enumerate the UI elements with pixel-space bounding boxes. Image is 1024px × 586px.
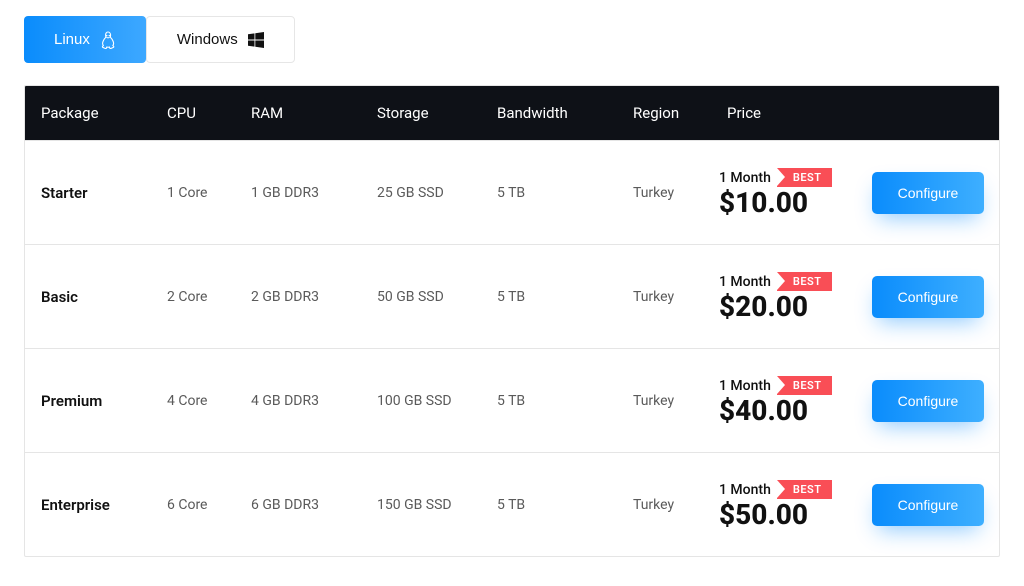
cell-bandwidth: 5 TB [485,271,621,323]
table-row: Enterprise6 Core6 GB DDR3150 GB SSD5 TBT… [25,452,999,556]
table-row: Basic2 Core2 GB DDR350 GB SSD5 TBTurkey1… [25,244,999,348]
header-region: Region [621,86,715,140]
cell-price: 1 Month BEST $50.00 [715,466,857,543]
configure-button[interactable]: Configure [872,484,985,526]
table-body: Starter1 Core1 GB DDR325 GB SSD5 TBTurke… [25,140,999,556]
configure-button[interactable]: Configure [872,172,985,214]
price-amount: $50.00 [719,501,853,529]
price-amount: $40.00 [719,397,853,425]
tab-linux[interactable]: Linux [24,16,146,63]
header-storage: Storage [365,86,485,140]
cell-price: 1 Month BEST $10.00 [715,154,857,231]
best-badge: BEST [777,480,832,499]
configure-button[interactable]: Configure [872,380,985,422]
cell-storage: 50 GB SSD [365,271,485,323]
cell-bandwidth: 5 TB [485,479,621,531]
cell-region: Turkey [621,375,715,427]
os-tabs: Linux Windows [24,16,1000,63]
pricing-table: Package CPU RAM Storage Bandwidth Region… [24,85,1000,557]
cell-ram: 6 GB DDR3 [239,479,365,531]
price-amount: $20.00 [719,293,853,321]
header-package: Package [25,86,155,140]
cell-region: Turkey [621,271,715,323]
cell-package: Starter [25,166,155,220]
price-period: 1 Month [719,274,771,290]
cell-ram: 4 GB DDR3 [239,375,365,427]
cell-region: Turkey [621,167,715,219]
table-row: Premium4 Core4 GB DDR3100 GB SSD5 TBTurk… [25,348,999,452]
best-badge: BEST [777,376,832,395]
header-bandwidth: Bandwidth [485,86,621,140]
cell-cpu: 1 Core [155,167,239,219]
cell-cpu: 4 Core [155,375,239,427]
table-header: Package CPU RAM Storage Bandwidth Region… [25,86,999,140]
cell-package: Basic [25,270,155,324]
price-period: 1 Month [719,378,771,394]
header-price: Price [715,86,857,140]
cell-package: Enterprise [25,478,155,532]
cell-ram: 2 GB DDR3 [239,271,365,323]
tab-windows[interactable]: Windows [146,16,295,63]
cell-package: Premium [25,374,155,428]
cell-price: 1 Month BEST $40.00 [715,362,857,439]
windows-icon [248,32,264,48]
cell-price: 1 Month BEST $20.00 [715,258,857,335]
cell-ram: 1 GB DDR3 [239,167,365,219]
header-action [857,86,999,140]
best-badge: BEST [777,168,832,187]
cell-action: Configure [857,258,999,336]
cell-region: Turkey [621,479,715,531]
cell-storage: 100 GB SSD [365,375,485,427]
cell-storage: 25 GB SSD [365,167,485,219]
header-cpu: CPU [155,86,239,140]
cell-storage: 150 GB SSD [365,479,485,531]
price-period: 1 Month [719,170,771,186]
linux-icon [100,31,116,49]
price-amount: $10.00 [719,189,853,217]
tab-linux-label: Linux [54,31,90,48]
cell-cpu: 6 Core [155,479,239,531]
cell-bandwidth: 5 TB [485,375,621,427]
cell-cpu: 2 Core [155,271,239,323]
cell-action: Configure [857,154,999,232]
cell-action: Configure [857,466,999,544]
cell-action: Configure [857,362,999,440]
cell-bandwidth: 5 TB [485,167,621,219]
tab-windows-label: Windows [177,31,238,48]
configure-button[interactable]: Configure [872,276,985,318]
best-badge: BEST [777,272,832,291]
price-period: 1 Month [719,482,771,498]
header-ram: RAM [239,86,365,140]
table-row: Starter1 Core1 GB DDR325 GB SSD5 TBTurke… [25,140,999,244]
